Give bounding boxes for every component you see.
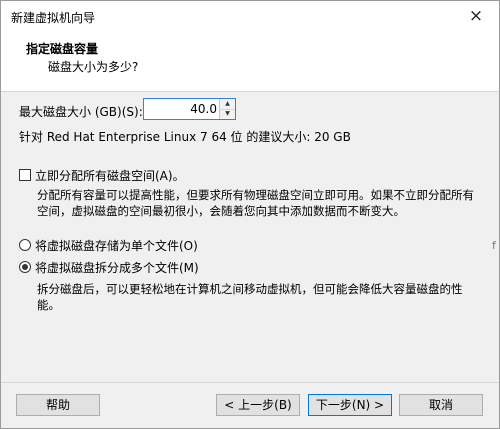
help-button[interactable]: 帮助: [16, 394, 100, 416]
single-file-label[interactable]: 将虚拟磁盘存储为单个文件(O): [35, 237, 198, 254]
allocate-description-line2: 空间，虚拟磁盘的空间最初很小，会随着您向其中添加数据而不断变大。: [37, 204, 405, 218]
disk-size-spinner[interactable]: 40.0 ▲ ▼: [143, 98, 236, 120]
close-icon[interactable]: ×: [453, 1, 499, 31]
allocate-now-checkbox[interactable]: [19, 169, 31, 181]
spin-down-icon[interactable]: ▼: [220, 109, 235, 119]
split-files-radio[interactable]: [19, 261, 31, 273]
allocate-now-label[interactable]: 立即分配所有磁盘空间(A)。: [35, 167, 185, 184]
allocate-description-line1: 分配所有容量可以提高性能，但要求所有物理磁盘空间立即可用。如果不立即分配所有: [37, 188, 474, 202]
button-area-divider: [1, 382, 499, 383]
split-description-line2: 能。: [37, 298, 60, 312]
split-files-label[interactable]: 将虚拟磁盘拆分成多个文件(M): [35, 259, 199, 276]
allocate-description: 分配所有容量可以提高性能，但要求所有物理磁盘空间立即可用。如果不立即分配所有 空…: [37, 187, 492, 219]
single-file-radio[interactable]: [19, 239, 31, 251]
wizard-header: 指定磁盘容量 磁盘大小为多少?: [1, 31, 499, 92]
disk-size-input[interactable]: 40.0: [190, 102, 217, 116]
stray-character: f: [492, 239, 496, 252]
page-title: 指定磁盘容量: [26, 42, 99, 56]
back-button[interactable]: < 上一步(B): [216, 394, 300, 416]
recommended-size-text: 针对 Red Hat Enterprise Linux 7 64 位 的建议大小…: [19, 130, 351, 144]
title-bar: 新建虚拟机向导 ×: [1, 1, 499, 31]
disk-size-label: 最大磁盘大小 (GB)(S):: [19, 105, 143, 119]
split-description-line1: 拆分磁盘后，可以更轻松地在计算机之间移动虚拟机，但可能会降低大容量磁盘的性: [37, 282, 463, 296]
next-button[interactable]: 下一步(N) >: [308, 394, 392, 416]
page-subtitle: 磁盘大小为多少?: [48, 60, 139, 74]
radio-selected-dot: [22, 264, 28, 270]
split-description: 拆分磁盘后，可以更轻松地在计算机之间移动虚拟机，但可能会降低大容量磁盘的性 能。: [37, 281, 492, 313]
spinner-buttons: ▲ ▼: [219, 99, 235, 119]
window-title: 新建虚拟机向导: [11, 11, 96, 25]
new-vm-wizard-dialog: 新建虚拟机向导 × 指定磁盘容量 磁盘大小为多少? 最大磁盘大小 (GB)(S)…: [0, 0, 500, 429]
cancel-button[interactable]: 取消: [399, 394, 483, 416]
